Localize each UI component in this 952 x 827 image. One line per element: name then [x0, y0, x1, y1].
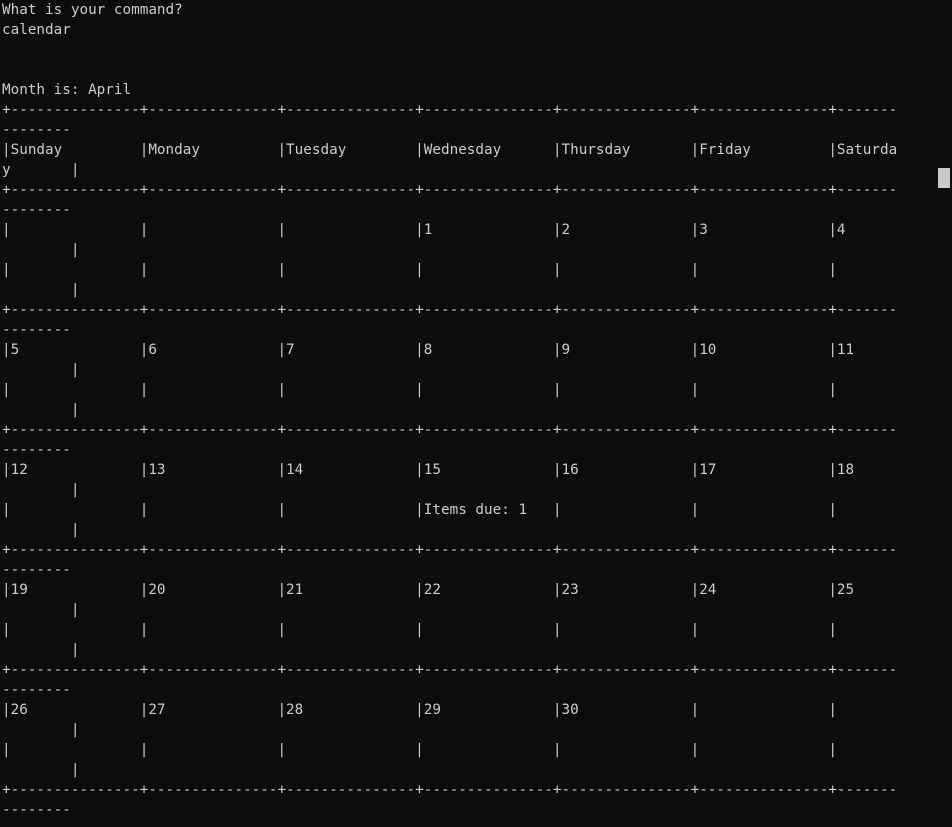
terminal-line: | [2, 522, 80, 538]
terminal-line: |5 |6 |7 |8 |9 |10 |11 [2, 342, 855, 358]
terminal-line: +---------------+---------------+-------… [2, 782, 898, 798]
terminal-line: What is your command? [2, 2, 183, 18]
terminal-line: | [2, 242, 80, 258]
terminal-line: | [2, 602, 80, 618]
terminal-line: -------- [2, 802, 71, 818]
terminal-line: |12 |13 |14 |15 |16 |17 |18 [2, 462, 855, 478]
terminal-line: calendar [2, 22, 71, 38]
terminal-line: | [2, 722, 80, 738]
terminal-line: | | | | | | | [2, 622, 837, 638]
terminal-line: -------- [2, 202, 71, 218]
terminal-line: | [2, 402, 80, 418]
terminal-output: What is your command? calendar Month is: A… [2, 0, 936, 827]
terminal-line: | | | |1 |2 |3 |4 [2, 222, 846, 238]
terminal-line: | | | | | | | [2, 742, 837, 758]
terminal-line: -------- [2, 562, 71, 578]
terminal-line: |Sunday |Monday |Tuesday |Wednesday |Thu… [2, 142, 898, 158]
terminal-line: |19 |20 |21 |22 |23 |24 |25 [2, 582, 855, 598]
vertical-scrollbar[interactable] [936, 0, 952, 827]
terminal-line: +---------------+---------------+-------… [2, 302, 898, 318]
terminal-line: | | | | | | | [2, 382, 837, 398]
terminal-line: | [2, 482, 80, 498]
terminal-line: -------- [2, 442, 71, 458]
terminal-line: | | | | | | | [2, 262, 837, 278]
terminal-line: +---------------+---------------+-------… [2, 102, 898, 118]
terminal-line: -------- [2, 322, 71, 338]
terminal-line: +---------------+---------------+-------… [2, 542, 898, 558]
terminal-line: Month is: April [2, 82, 132, 98]
terminal-line: +---------------+---------------+-------… [2, 422, 898, 438]
terminal-window: What is your command? calendar Month is: A… [0, 0, 952, 827]
scrollbar-thumb[interactable] [938, 168, 950, 188]
terminal-line: y | [2, 162, 80, 178]
terminal-line: +---------------+---------------+-------… [2, 662, 898, 678]
terminal-line: -------- [2, 682, 71, 698]
terminal-line: -------- [2, 122, 71, 138]
terminal-line: | [2, 762, 80, 778]
terminal-line: | [2, 642, 80, 658]
terminal-line: | [2, 362, 80, 378]
terminal-line: |26 |27 |28 |29 |30 | | [2, 702, 837, 718]
terminal-line: | | | |Items due: 1 | | | [2, 502, 837, 518]
terminal-line: +---------------+---------------+-------… [2, 182, 898, 198]
terminal-line: | [2, 282, 80, 298]
